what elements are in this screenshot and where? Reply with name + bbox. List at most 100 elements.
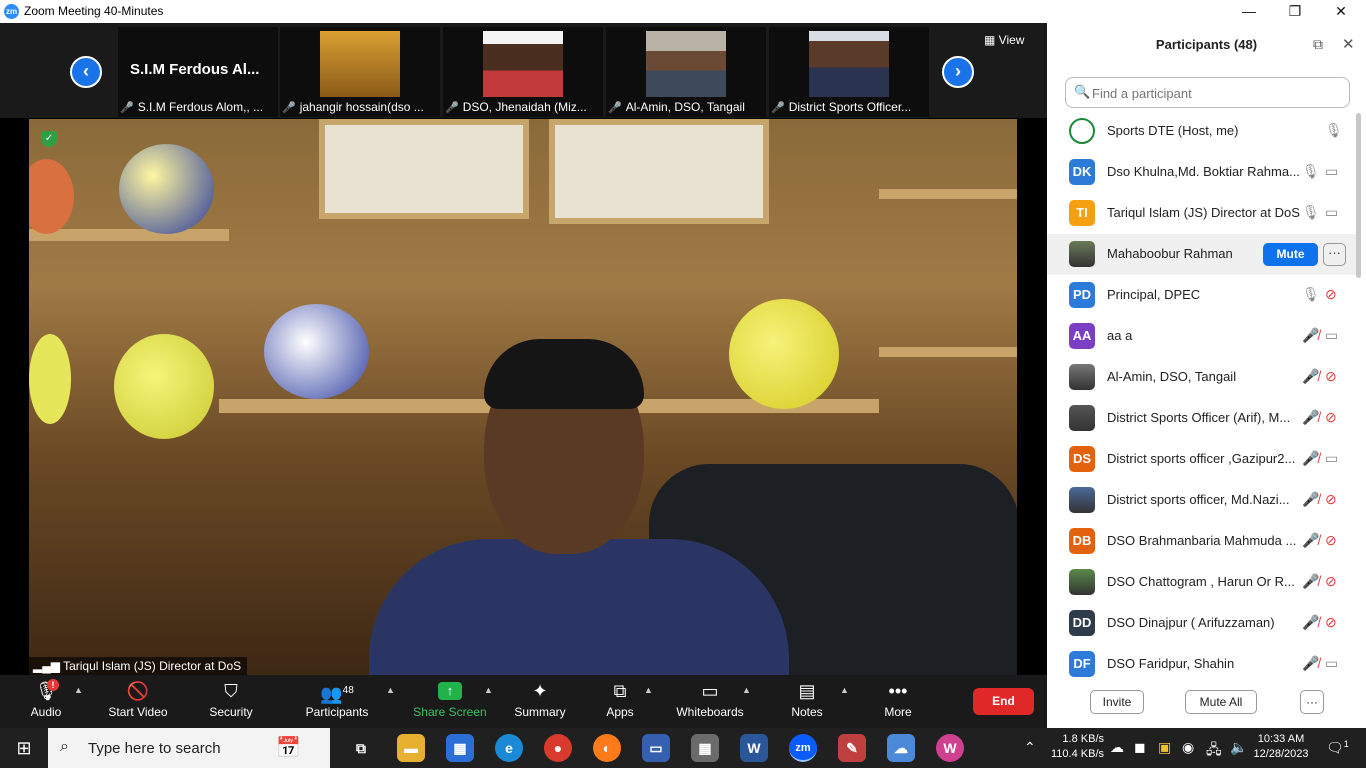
participant-row[interactable]: Mahaboobur Rahman Mute ···	[1047, 234, 1357, 275]
participant-row[interactable]: Al-Amin, DSO, Tangail 🎤̸ ⊘	[1047, 357, 1357, 398]
restore-button[interactable]: ❐	[1272, 0, 1318, 23]
video-off-icon[interactable]: ⊘	[1325, 491, 1337, 508]
task-view-icon[interactable]: ⧉	[347, 734, 375, 762]
app-tray-icon[interactable]: ◼	[1134, 739, 1146, 756]
firefox-icon[interactable]: ◐	[593, 734, 621, 762]
app-icon[interactable]: ✎	[838, 734, 866, 762]
taskbar-search[interactable]: ⌕ Type here to search 📅	[48, 728, 330, 768]
whiteboards-options-caret[interactable]: ▲	[742, 685, 751, 695]
participant-list-scrollbar[interactable]	[1356, 113, 1361, 278]
apps-options-caret[interactable]: ▲	[644, 685, 653, 695]
participant-row[interactable]: PD Principal, DPEC 🎙 ⊘	[1047, 275, 1357, 316]
mute-participant-button[interactable]: Mute	[1263, 243, 1318, 266]
close-button[interactable]: ✕	[1318, 0, 1364, 23]
mic-muted-icon[interactable]: 🎤̸	[1302, 614, 1319, 631]
video-camera-icon[interactable]: ▭	[1325, 655, 1338, 672]
share-options-caret[interactable]: ▲	[484, 685, 493, 695]
microphone-icon[interactable]: 🎙	[1302, 204, 1320, 221]
participants-button[interactable]: 👥48 Participants	[300, 675, 374, 728]
cloud-icon[interactable]: ☁	[1110, 739, 1124, 756]
start-video-button[interactable]: 🚫 Start Video	[100, 675, 176, 728]
view-button[interactable]: ▦ View	[984, 33, 1024, 47]
video-off-icon[interactable]: ⊘	[1325, 532, 1337, 549]
gallery-prev-button[interactable]: ‹	[70, 56, 102, 88]
video-camera-icon[interactable]: ▭	[1325, 327, 1338, 344]
mute-all-button[interactable]: Mute All	[1185, 690, 1257, 714]
video-off-icon[interactable]: ⊘	[1325, 409, 1337, 426]
microphone-icon[interactable]: 🎙	[1302, 286, 1320, 303]
notes-options-caret[interactable]: ▲	[840, 685, 849, 695]
microphone-icon[interactable]: 🎙	[1302, 163, 1320, 180]
mic-muted-icon[interactable]: 🎤̸	[1302, 573, 1319, 590]
file-explorer-icon[interactable]: ▬	[397, 734, 425, 762]
video-off-icon[interactable]: ⊘	[1325, 573, 1337, 590]
app-icon[interactable]: ☁	[887, 734, 915, 762]
zoom-app-icon[interactable]: zm	[789, 734, 817, 762]
show-hidden-icons-chevron-icon[interactable]: ⌃	[1024, 739, 1036, 756]
mic-muted-icon[interactable]: 🎤̸	[1302, 655, 1319, 672]
thumbnail-video[interactable]: 🎤 District Sports Officer...	[769, 27, 929, 117]
participant-row[interactable]: DF DSO Faridpur, Shahin 🎤̸ ▭	[1047, 644, 1357, 681]
thumbnail-video[interactable]: 🎤 Al-Amin, DSO, Tangail	[606, 27, 766, 117]
mic-muted-icon[interactable]: 🎤̸	[1302, 368, 1319, 385]
participant-row[interactable]: Sports DTE (Host, me) 🎙	[1047, 111, 1357, 152]
mic-muted-icon[interactable]: 🎤̸	[1302, 491, 1319, 508]
participant-row[interactable]: DSO Chattogram , Harun Or R... 🎤̸ ⊘	[1047, 562, 1357, 603]
network-icon[interactable]: 🖧	[1206, 739, 1222, 763]
close-panel-icon[interactable]: ✕	[1342, 35, 1355, 53]
participant-row[interactable]: DD DSO Dinajpur ( Arifuzzaman) 🎤̸ ⊘	[1047, 603, 1357, 644]
search-input[interactable]	[1092, 82, 1342, 104]
video-camera-icon[interactable]: ▭	[1325, 163, 1338, 180]
mic-muted-icon[interactable]: 🎤̸	[1302, 409, 1319, 426]
participant-row[interactable]: DS District sports officer ,Gazipur2... 🎤̸…	[1047, 439, 1357, 480]
mic-muted-icon[interactable]: 🎤̸	[1302, 450, 1319, 467]
chrome-icon[interactable]: ●	[544, 734, 572, 762]
thumbnail-video[interactable]: 🎤 DSO, Jhenaidah (Miz...	[443, 27, 603, 117]
participant-row[interactable]: AA aa a 🎤̸ ▭	[1047, 316, 1357, 357]
audio-button[interactable]: 🎙 Audio	[22, 675, 70, 728]
thumbnail-video[interactable]: S.I.M Ferdous Al... 🎤 S.I.M Ferdous Alom,…	[118, 27, 278, 117]
video-camera-icon[interactable]: ▭	[1325, 204, 1338, 221]
participant-row[interactable]: District Sports Officer (Arif), M... 🎤̸ ⊘	[1047, 398, 1357, 439]
participant-row[interactable]: DK Dso Khulna,Md. Boktiar Rahma... 🎙 ▭	[1047, 152, 1357, 193]
word-icon[interactable]: W	[740, 734, 768, 762]
app-tray-icon[interactable]: ▣	[1158, 739, 1171, 756]
mic-muted-icon[interactable]: 🎤̸	[1302, 532, 1319, 549]
video-off-icon[interactable]: ⊘	[1325, 614, 1337, 631]
microphone-icon[interactable]: 🎙	[1325, 122, 1343, 139]
microsoft-store-icon[interactable]: ▦	[446, 734, 474, 762]
panel-more-button[interactable]: ···	[1300, 690, 1324, 714]
participant-row[interactable]: District sports officer, Md.Nazi... 🎤̸ ⊘	[1047, 480, 1357, 521]
clock[interactable]: 10:33 AM 12/28/2023	[1250, 732, 1312, 764]
share-screen-button[interactable]: ↑ Share Screen	[412, 675, 488, 728]
whiteboards-button[interactable]: ▭ Whiteboards	[672, 675, 748, 728]
invite-button[interactable]: Invite	[1090, 690, 1144, 714]
mic-muted-icon[interactable]: 🎤̸	[1302, 327, 1319, 344]
more-button[interactable]: ••• More	[880, 675, 916, 728]
apps-button[interactable]: ⧉ Apps	[600, 675, 640, 728]
end-meeting-button[interactable]: End	[973, 688, 1034, 715]
pop-out-icon[interactable]: ⧉	[1313, 36, 1323, 53]
participant-more-button[interactable]: ···	[1323, 243, 1346, 266]
participant-row[interactable]: TI Tariqul Islam (JS) Director at DoS 🎙 ▭	[1047, 193, 1357, 234]
reader-app-icon[interactable]: ▭	[642, 734, 670, 762]
edge-icon[interactable]: e	[495, 734, 523, 762]
windows-start-icon[interactable]: ⊞	[0, 728, 48, 768]
gallery-next-button[interactable]: ›	[942, 56, 974, 88]
video-camera-icon[interactable]: ▭	[1325, 450, 1338, 467]
app-icon[interactable]: W	[936, 734, 964, 762]
video-off-icon[interactable]: ⊘	[1325, 368, 1337, 385]
volume-icon[interactable]: 🔈	[1230, 739, 1247, 756]
security-button[interactable]: ⛉ Security	[200, 675, 262, 728]
participants-options-caret[interactable]: ▲	[386, 685, 395, 695]
summary-button[interactable]: ✦ Summary	[510, 675, 570, 728]
notes-button[interactable]: ▤ Notes	[786, 675, 828, 728]
audio-options-caret[interactable]: ▲	[74, 685, 83, 695]
notifications-icon[interactable]: 🗨1	[1326, 739, 1349, 757]
video-off-icon[interactable]: ⊘	[1325, 286, 1337, 303]
app-tray-icon[interactable]: ◉	[1182, 739, 1194, 756]
minimize-button[interactable]: —	[1226, 0, 1272, 23]
calculator-icon[interactable]: ▦	[691, 734, 719, 762]
thumbnail-video[interactable]: 🎤 jahangir hossain(dso ...	[280, 27, 440, 117]
participant-row[interactable]: DB DSO Brahmanbaria Mahmuda ... 🎤̸ ⊘	[1047, 521, 1357, 562]
